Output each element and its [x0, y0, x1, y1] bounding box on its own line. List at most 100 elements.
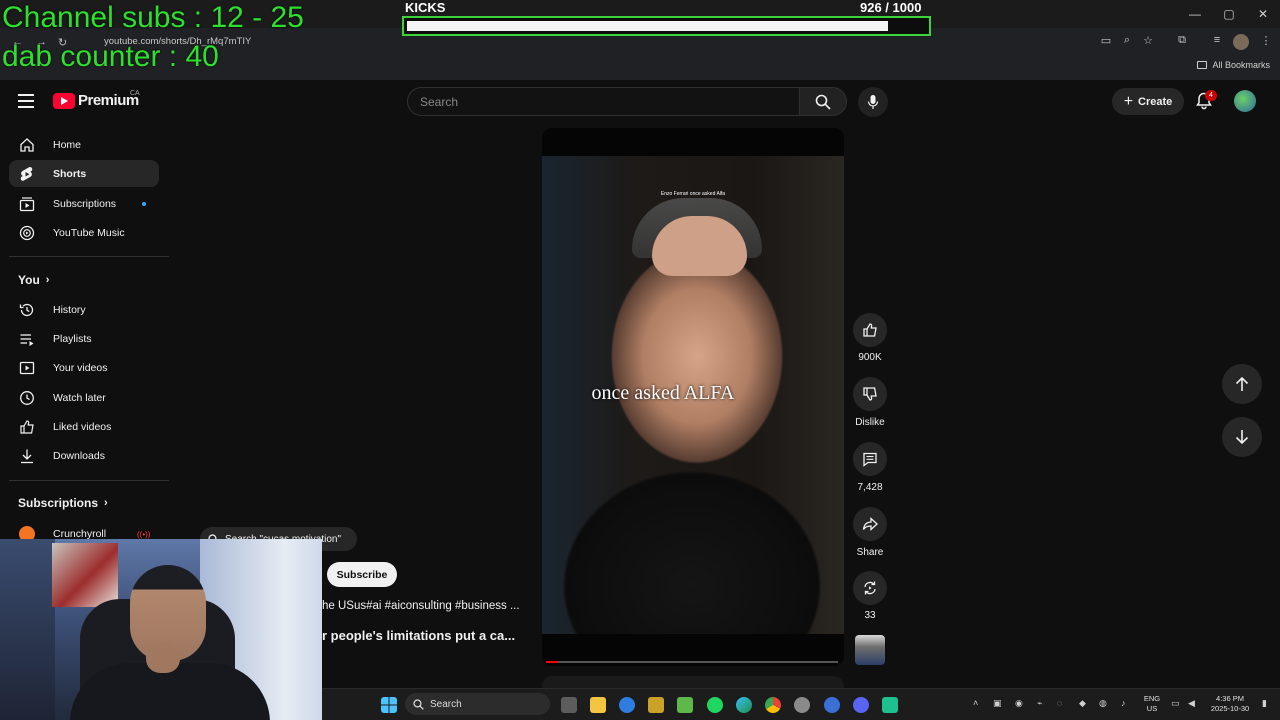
notification-badge: 4: [1205, 90, 1217, 101]
chrome-icon[interactable]: [765, 697, 781, 713]
account-avatar[interactable]: [1234, 90, 1256, 112]
cast-icon[interactable]: ▭: [1098, 34, 1114, 50]
thumbs-up-icon: [17, 418, 37, 436]
comment-icon: [863, 452, 877, 467]
shorts-icon: [17, 165, 37, 183]
search-input[interactable]: Search: [407, 87, 800, 116]
next-short-button[interactable]: [1222, 417, 1262, 457]
remix-icon: [864, 581, 876, 595]
sidebar-item-subscriptions[interactable]: Subscriptions: [9, 190, 159, 217]
tray-dropbox-icon[interactable]: ◆: [1079, 698, 1086, 709]
like-count: 900K: [858, 352, 882, 363]
previous-short-button[interactable]: [1222, 364, 1262, 404]
tab-search-icon[interactable]: ≡: [1209, 34, 1225, 50]
comments-button[interactable]: [853, 442, 887, 476]
spotify-icon[interactable]: [707, 697, 723, 713]
arrow-down-icon: [1235, 430, 1249, 445]
minimize-button[interactable]: —: [1178, 0, 1212, 28]
zoom-icon[interactable]: ⌕: [1119, 34, 1135, 50]
share-button[interactable]: [853, 507, 887, 541]
like-button[interactable]: [853, 313, 887, 347]
sidebar-item-youtube-music[interactable]: YouTube Music: [9, 219, 159, 246]
video-progress-fill: [546, 661, 558, 663]
tray-mic-icon[interactable]: ♪: [1121, 698, 1126, 708]
create-button[interactable]: + Create: [1112, 88, 1184, 115]
sidebar-you-heading[interactable]: You ›: [18, 273, 49, 287]
sidebar-item-playlists[interactable]: Playlists: [9, 325, 159, 352]
sidebar-item-downloads[interactable]: Downloads: [9, 442, 159, 469]
remix-button[interactable]: [853, 571, 887, 605]
share-icon: [862, 517, 878, 531]
maximize-button[interactable]: ▢: [1212, 0, 1246, 28]
download-icon: [17, 447, 37, 465]
microphone-icon: [867, 95, 879, 109]
kicks-count: 926 / 1000: [860, 0, 922, 15]
app-icon-gold[interactable]: [648, 697, 664, 713]
kicks-label: KICKS: [405, 0, 446, 15]
history-icon: [17, 301, 37, 319]
sidebar-item-history[interactable]: History: [9, 296, 159, 323]
guide-menu-button[interactable]: [18, 94, 34, 108]
tray-chevron-icon[interactable]: ˄: [973, 698, 978, 708]
shorts-video-player[interactable]: Enzo Ferrari once asked Alfa once asked …: [542, 128, 844, 666]
tray-volume-icon[interactable]: ◀: [1188, 698, 1195, 709]
app-icon-blue[interactable]: [619, 697, 635, 713]
clock[interactable]: 4:36 PM 2025-10-30: [1206, 694, 1254, 714]
search-icon: [815, 94, 831, 110]
short-title[interactable]: r people's limitations put a ca...: [322, 628, 515, 643]
music-icon: [17, 224, 37, 242]
subscriptions-icon: [17, 195, 37, 213]
tray-norton-icon[interactable]: ◍: [1099, 698, 1107, 709]
sidebar-item-shorts[interactable]: Shorts: [9, 160, 159, 187]
profile-avatar[interactable]: [1233, 34, 1249, 50]
sidebar-item-watch-later[interactable]: Watch later: [9, 384, 159, 411]
task-view-icon[interactable]: [561, 697, 577, 713]
tray-app-icon[interactable]: ▣: [993, 698, 1002, 709]
video-progress-bar[interactable]: [546, 661, 838, 663]
chevron-right-icon: ›: [104, 497, 108, 509]
browser-menu-icon[interactable]: ⋮: [1258, 34, 1274, 50]
video-caption-top: Enzo Ferrari once asked Alfa: [660, 191, 726, 197]
kicks-progress-bar: [402, 16, 931, 36]
audio-track-thumbnail[interactable]: [855, 635, 885, 665]
sidebar-item-your-videos[interactable]: Your videos: [9, 354, 159, 381]
youtube-premium-logo[interactable]: Premium: [53, 92, 139, 109]
playlists-icon: [17, 330, 37, 348]
input-language[interactable]: ENG US: [1141, 694, 1163, 714]
comment-count: 7,428: [857, 482, 883, 493]
arrow-up-icon: [1235, 376, 1249, 391]
subscribe-button[interactable]: Subscribe: [327, 562, 397, 587]
sidebar-item-liked-videos[interactable]: Liked videos: [9, 413, 159, 440]
edge-icon[interactable]: [736, 697, 752, 713]
close-window-button[interactable]: ✕: [1246, 0, 1280, 28]
live-icon: ((•)): [137, 530, 151, 539]
tray-nvidia-icon[interactable]: ◉: [1015, 698, 1023, 709]
your-videos-icon: [17, 359, 37, 377]
search-button[interactable]: [799, 87, 847, 116]
app-icon-blue-2[interactable]: [824, 697, 840, 713]
voice-search-button[interactable]: [858, 87, 888, 117]
discord-icon[interactable]: [853, 697, 869, 713]
notification-center-icon[interactable]: ▮: [1262, 698, 1267, 709]
app-icon-green[interactable]: [677, 697, 693, 713]
short-hashtags[interactable]: he USus#ai #aiconsulting #business ...: [322, 600, 520, 612]
home-icon: [17, 136, 37, 154]
extensions-icon[interactable]: ⧉: [1174, 34, 1190, 50]
tray-display-icon[interactable]: ▭: [1171, 698, 1180, 709]
sidebar-item-home[interactable]: Home: [9, 131, 159, 158]
kicks-progress-fill: [407, 21, 888, 31]
sidebar-subscriptions-heading[interactable]: Subscriptions ›: [18, 496, 108, 510]
bookmark-star-icon[interactable]: ☆: [1140, 34, 1156, 50]
file-explorer-icon[interactable]: [590, 697, 606, 713]
channel-subs-overlay: Channel subs : 12 - 25: [2, 1, 304, 34]
taskbar-search[interactable]: Search: [405, 693, 550, 715]
tray-bluetooth-icon[interactable]: ⌁: [1037, 698, 1042, 709]
app-icon-teal[interactable]: [882, 697, 898, 713]
tray-network-icon[interactable]: ◌: [1057, 698, 1062, 708]
windows-start-icon[interactable]: [381, 697, 397, 713]
all-bookmarks[interactable]: All Bookmarks: [1197, 60, 1270, 70]
thumbs-down-icon: [863, 387, 877, 401]
window-controls: — ▢ ✕: [1178, 0, 1280, 28]
dislike-button[interactable]: [853, 377, 887, 411]
settings-gear-icon[interactable]: [794, 697, 810, 713]
